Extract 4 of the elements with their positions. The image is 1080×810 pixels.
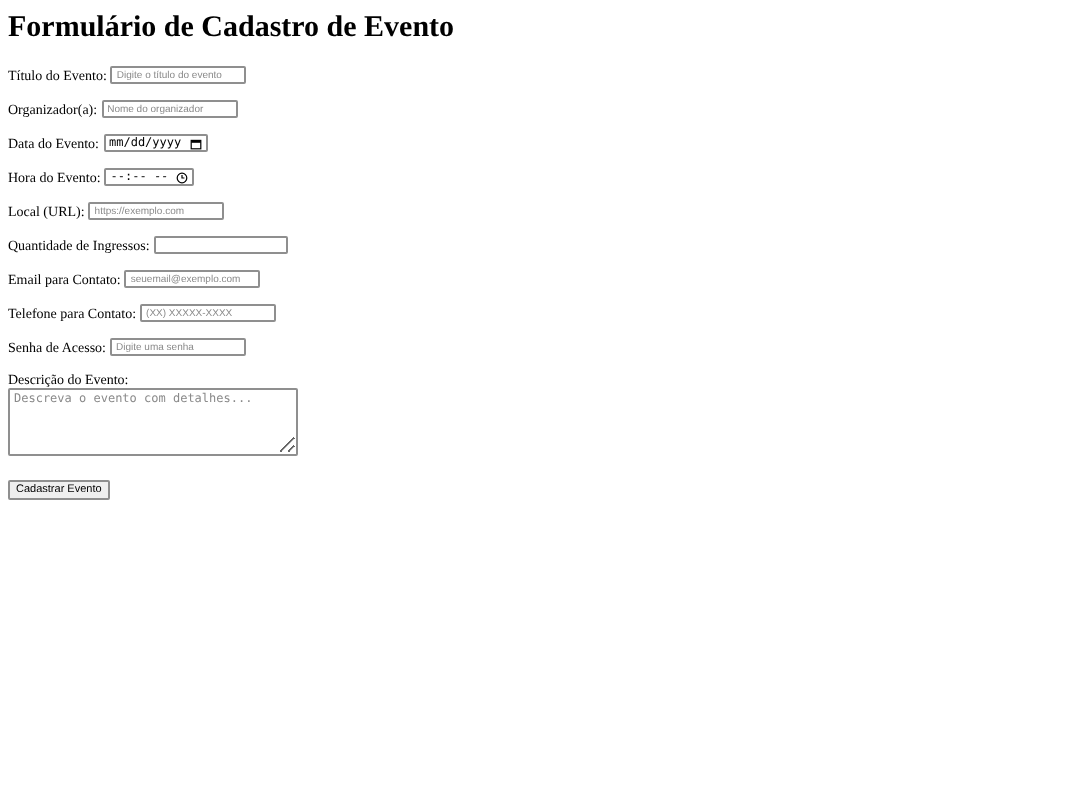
calendar-icon[interactable]	[189, 137, 202, 149]
form-title: Formulário de Cadastro de Evento	[8, 12, 457, 46]
clock-icon[interactable]	[176, 171, 189, 183]
input-field[interactable]	[153, 236, 288, 254]
